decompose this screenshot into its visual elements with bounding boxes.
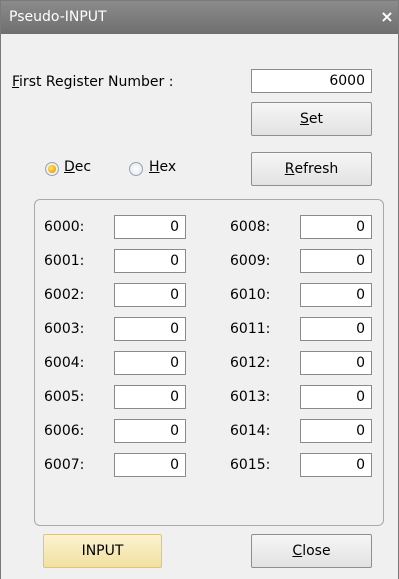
hex-radio-label-text: ex (159, 159, 177, 175)
dec-radio-accelerator: D (64, 159, 75, 175)
first-register-label-accelerator: F (12, 74, 20, 90)
register-label: 6004: (44, 355, 85, 371)
set-button-label: et (308, 111, 323, 127)
close-icon[interactable]: × (376, 7, 398, 27)
register-label: 6015: (230, 457, 271, 473)
hex-radio-accelerator: H (149, 159, 160, 175)
set-button-accelerator: S (300, 111, 309, 127)
window-title: Pseudo-INPUT (9, 9, 107, 25)
register-input[interactable] (114, 215, 186, 239)
register-label: 6007: (44, 457, 85, 473)
register-input[interactable] (114, 283, 186, 307)
close-button-accelerator: C (292, 543, 303, 559)
register-label: 6005: (44, 389, 85, 405)
hex-radio[interactable] (129, 162, 143, 176)
close-button-label: lose (302, 543, 331, 559)
register-input[interactable] (300, 215, 372, 239)
register-label: 6011: (230, 321, 271, 337)
register-input[interactable] (300, 283, 372, 307)
first-register-label: First Register Number : (12, 74, 173, 90)
dec-radio-label[interactable]: Dec (64, 159, 91, 175)
title-bar[interactable]: Pseudo-INPUT × (1, 1, 398, 34)
register-input[interactable] (300, 453, 372, 477)
close-button[interactable]: Close (251, 534, 372, 568)
register-label: 6013: (230, 389, 271, 405)
register-label: 6003: (44, 321, 85, 337)
refresh-button[interactable]: Refresh (251, 152, 372, 186)
register-input[interactable] (300, 419, 372, 443)
register-input[interactable] (114, 317, 186, 341)
register-label: 6008: (230, 219, 271, 235)
register-input[interactable] (114, 249, 186, 273)
dec-radio[interactable] (45, 162, 59, 176)
refresh-button-accelerator: R (284, 161, 295, 177)
register-input[interactable] (114, 453, 186, 477)
register-label: 6014: (230, 423, 271, 439)
register-label: 6012: (230, 355, 271, 371)
hex-radio-label[interactable]: Hex (149, 159, 176, 175)
register-input[interactable] (114, 351, 186, 375)
refresh-button-label: efresh (294, 161, 339, 177)
dialog-client: First Register Number : Set Dec Hex Refr… (1, 34, 398, 579)
register-input[interactable] (114, 385, 186, 409)
input-button[interactable]: INPUT (43, 534, 162, 568)
register-label: 6009: (230, 253, 271, 269)
pseudo-input-dialog: Pseudo-INPUT × First Register Number : S… (0, 0, 399, 579)
register-label: 6000: (44, 219, 85, 235)
register-input[interactable] (300, 351, 372, 375)
register-label: 6006: (44, 423, 85, 439)
register-label: 6001: (44, 253, 85, 269)
set-button[interactable]: Set (251, 102, 372, 136)
first-register-label-text: irst Register Number : (19, 74, 174, 90)
dec-radio-label-text: ec (74, 159, 92, 175)
register-input[interactable] (300, 249, 372, 273)
register-label: 6010: (230, 287, 271, 303)
register-label: 6002: (44, 287, 85, 303)
register-input[interactable] (300, 317, 372, 341)
register-input[interactable] (114, 419, 186, 443)
first-register-input[interactable] (251, 69, 372, 93)
register-input[interactable] (300, 385, 372, 409)
